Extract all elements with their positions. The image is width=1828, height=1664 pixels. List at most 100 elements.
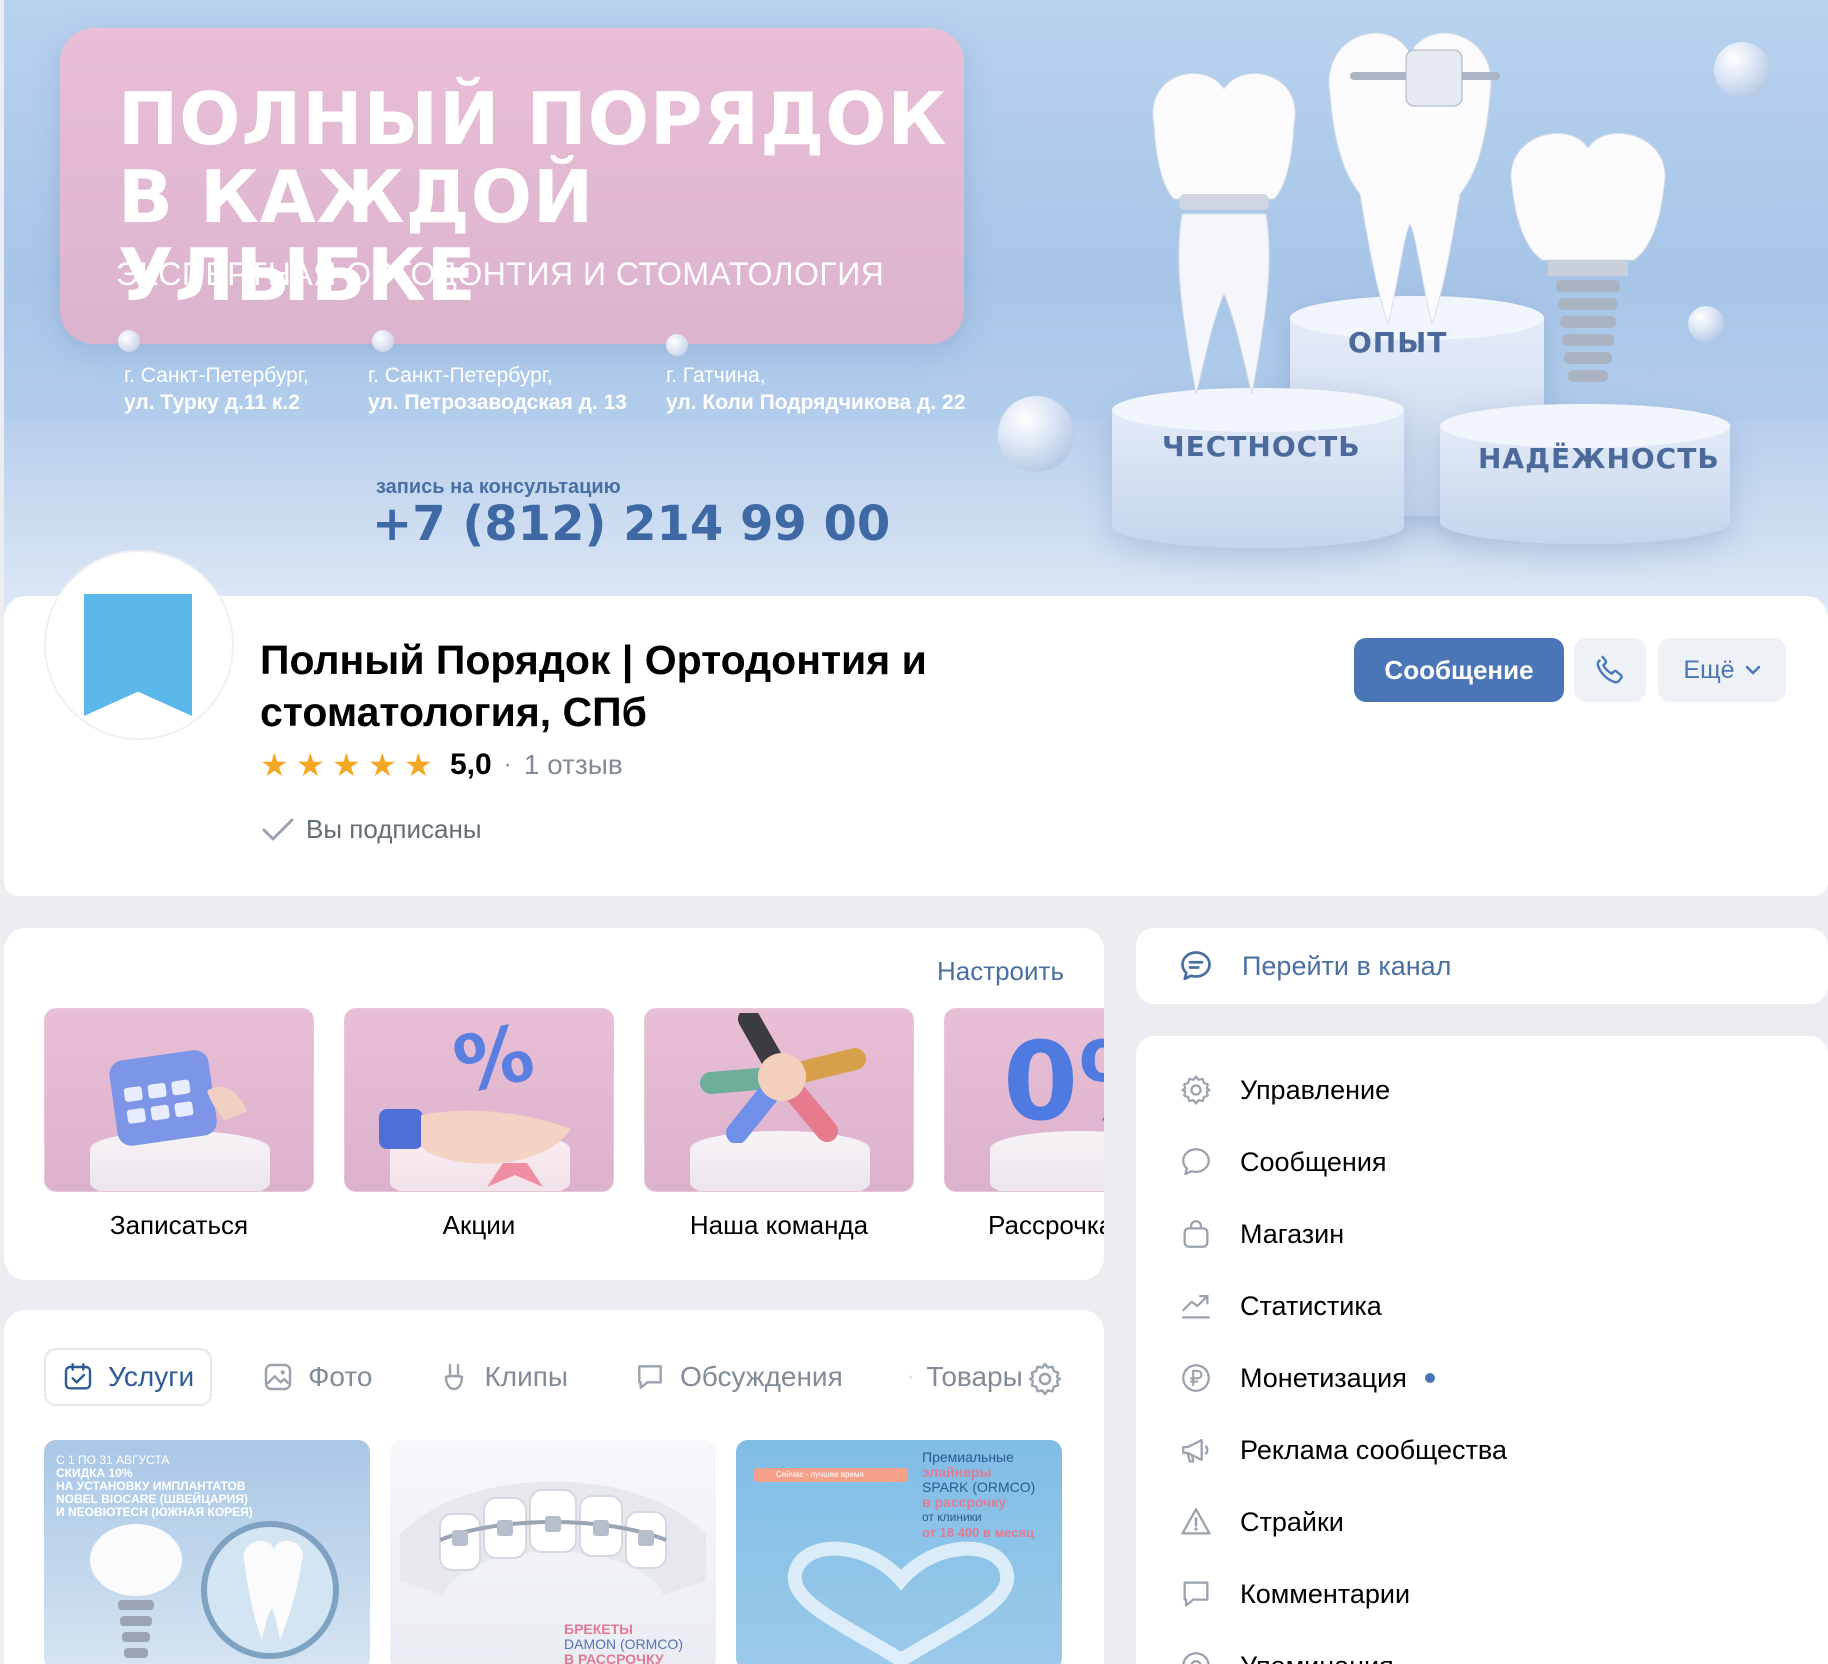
megaphone-icon — [1182, 1438, 1209, 1463]
decor-sphere — [1688, 306, 1724, 342]
service-card[interactable]: Сейчас - лучшее время Премиальные элайне… — [736, 1440, 1062, 1664]
location-pin-icon — [372, 330, 394, 352]
configure-link[interactable]: Настроить — [937, 956, 1064, 987]
aligners-illustration — [787, 1541, 1015, 1664]
menu-item-statistics[interactable]: Статистика — [1178, 1288, 1382, 1324]
star-icon: ★ — [404, 747, 433, 783]
cover-address-3: г. Гатчина, ул. Коли Подрядчикова д. 22 — [666, 362, 965, 416]
implant-illustration — [90, 1521, 339, 1659]
cover-address-1: г. Санкт-Петербург, ул. Турку д.11 к.2 — [124, 362, 309, 416]
tab-discussions[interactable]: Обсуждения — [618, 1348, 859, 1406]
promo-line: В РАССРОЧКУ — [564, 1651, 664, 1664]
cover-subtitle: ЭКСПЕРТНАЯ ОРТОДОНТИЯ И СТОМАТОЛОГИЯ — [116, 256, 885, 292]
stats-chart-icon — [1182, 1294, 1210, 1319]
widget-tile-installment[interactable]: 0% Рассрочка — [944, 1008, 1104, 1241]
clips-icon — [445, 1363, 464, 1391]
menu-item-shop[interactable]: Магазин — [1178, 1216, 1344, 1252]
group-name: Полный Порядок | Ортодонтия и стоматолог… — [260, 637, 927, 735]
tooth-crown-icon — [1152, 73, 1296, 395]
menu-item-label: Статистика — [1240, 1290, 1382, 1321]
menu-item-comments[interactable]: Комментарии — [1178, 1576, 1410, 1612]
chat-icon — [1181, 951, 1211, 981]
widgets-card: Настроить Записаться % Акции Наша команд… — [4, 928, 1104, 1280]
menu-item-ads[interactable]: Реклама сообщества — [1178, 1432, 1507, 1468]
tab-clips[interactable]: Клипы — [422, 1348, 584, 1406]
call-button[interactable] — [1574, 638, 1646, 702]
menu-item-label: Монетизация — [1240, 1362, 1407, 1393]
tab-services[interactable]: Услуги — [44, 1348, 213, 1406]
service-card-text: БРЕКЕТЫ DAMON (ORMCO) В РАССРОЧКУ — [564, 1622, 683, 1664]
admin-menu: Управление Сообщения Магазин Статистика … — [1136, 1036, 1828, 1664]
warning-icon — [1181, 1508, 1211, 1535]
promo-line: элайнеры — [922, 1464, 992, 1480]
group-avatar[interactable] — [44, 550, 234, 740]
tab-goods[interactable]: Товары — [893, 1348, 1023, 1406]
address-street: ул. Петрозаводская д. 13 — [368, 391, 627, 414]
discussion-icon — [638, 1365, 662, 1389]
widget-tile-booking[interactable]: Записаться — [44, 1008, 314, 1241]
calendar-icon — [109, 1050, 247, 1146]
service-card[interactable]: С 1 ПО 31 АВГУСТА СКИДКА 10% НА УСТАНОВК… — [44, 1440, 370, 1664]
gear-icon[interactable] — [1026, 1360, 1064, 1398]
group-rating[interactable]: ★ ★ ★ ★ ★ 5,0 · 1 отзыв — [260, 748, 623, 782]
menu-item-management[interactable]: Управление — [1178, 1072, 1390, 1108]
section-tabs: Услуги Фото Клипы Обсуждения Товары — [44, 1348, 1023, 1406]
menu-item-label: Сообщения — [1240, 1146, 1387, 1177]
message-button[interactable]: Сообщение — [1354, 638, 1564, 702]
widget-image — [644, 1008, 914, 1192]
promo-line: от клиники — [922, 1510, 982, 1524]
widget-label: Записаться — [109, 1210, 249, 1240]
ruble-coin-icon — [1182, 1364, 1210, 1392]
zero-percent-icon: 0% — [1003, 1020, 1104, 1145]
widget-tile-team[interactable]: Наша команда — [644, 1008, 914, 1241]
image-icon — [264, 1363, 292, 1391]
podium-label: ОПЫТ — [1348, 326, 1448, 359]
widget-image: 0% — [944, 1008, 1104, 1192]
menu-item-monetization[interactable]: Монетизация — [1178, 1360, 1435, 1396]
decor-sphere — [1714, 42, 1770, 98]
menu-item-messages[interactable]: Сообщения — [1178, 1144, 1387, 1180]
promo-line: SPARK (ORMCO) — [922, 1479, 1036, 1495]
tab-photos[interactable]: Фото — [246, 1348, 388, 1406]
content-card: Услуги Фото Клипы Обсуждения Товары С 1 … — [4, 1310, 1104, 1664]
service-card-text: Премиальные элайнеры SPARK (ORMCO) в рас… — [922, 1450, 1036, 1541]
widget-tile-promotions[interactable]: % Акции — [344, 1008, 614, 1241]
tab-label: Товары — [926, 1361, 1023, 1392]
service-card[interactable]: БРЕКЕТЫ DAMON (ORMCO) В РАССРОЧКУ — [390, 1440, 716, 1664]
tooth-braces-icon — [1328, 32, 1500, 324]
shopping-bag-icon — [1183, 1220, 1209, 1248]
podium-honesty — [1112, 388, 1404, 548]
channel-label: Перейти в канал — [1242, 950, 1452, 981]
address-city: г. Санкт-Петербург, — [368, 364, 553, 387]
cover-image: ПОЛНЫЙ ПОРЯДОК В КАЖДОЙ УЛЫБКЕ ЭКСПЕРТНА… — [4, 0, 1828, 620]
menu-item-label: Упоминания — [1240, 1651, 1394, 1664]
team-hands-icon — [700, 1013, 866, 1143]
address-street: ул. Коли Подрядчикова д. 22 — [666, 391, 966, 414]
tab-label: Клипы — [484, 1361, 569, 1392]
at-sign-icon — [1182, 1652, 1210, 1664]
star-icon: ★ — [332, 747, 361, 783]
notification-dot — [1424, 1373, 1435, 1383]
menu-item-strikes[interactable]: Страйки — [1178, 1504, 1344, 1540]
address-street: ул. Турку д.11 к.2 — [124, 391, 300, 414]
more-label: Ещё — [1683, 655, 1735, 684]
go-to-channel-button[interactable]: Перейти в канал — [1136, 928, 1828, 1004]
service-card-tag: Сейчас - лучшее время — [754, 1468, 908, 1482]
address-city: г. Санкт-Петербург, — [124, 364, 309, 387]
phone-icon — [1596, 655, 1623, 684]
hand-icon — [379, 1109, 571, 1187]
menu-item-mentions[interactable]: Упоминания — [1178, 1648, 1394, 1664]
widget-label: Акции — [442, 1210, 516, 1240]
promo-line: DAMON (ORMCO) — [564, 1636, 683, 1652]
star-icon: ★ — [260, 747, 289, 783]
promo-line: от 18 400 в месяц — [922, 1525, 1035, 1540]
subscription-status[interactable]: Вы подписаны — [262, 814, 482, 845]
reviews-link[interactable]: 1 отзыв — [524, 749, 623, 781]
address-city: г. Гатчина, — [666, 364, 766, 387]
subscribed-label: Вы подписаны — [306, 814, 482, 844]
menu-item-label: Управление — [1240, 1074, 1391, 1105]
rating-separator: · — [503, 751, 512, 778]
more-button[interactable]: Ещё — [1658, 638, 1786, 702]
tab-label: Фото — [308, 1361, 373, 1392]
tab-label: Обсуждения — [680, 1361, 843, 1392]
